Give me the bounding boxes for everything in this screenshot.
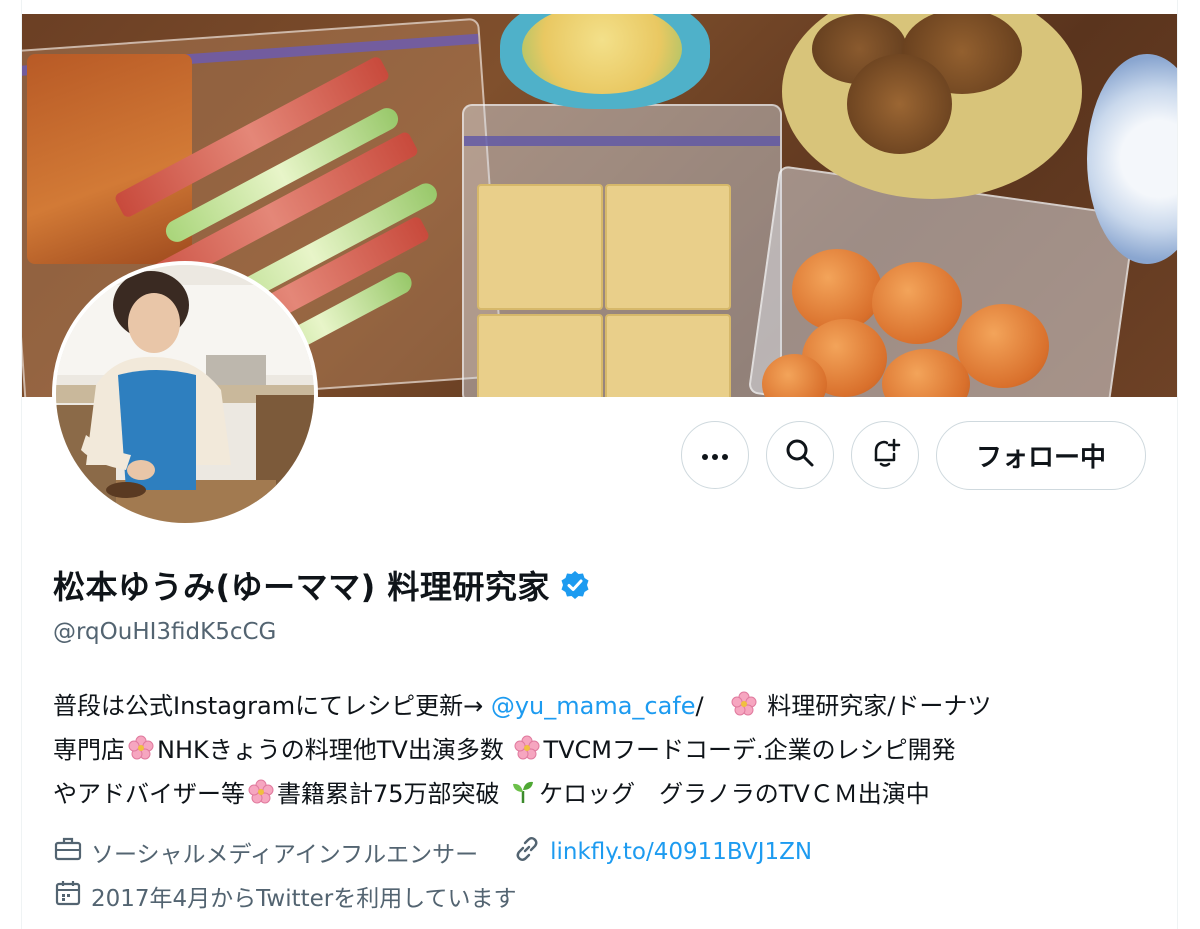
more-icon [701,446,729,465]
search-profile-button[interactable] [766,421,834,489]
cherry-blossom-icon [248,777,274,818]
cherry-blossom-icon [731,689,757,730]
bio-line-1: 普段は公式Instagramにてレシピ更新→ @yu_mama_cafe/ 料理… [53,686,1143,730]
seedling-icon [510,777,536,818]
verified-badge-icon[interactable] [560,570,590,600]
briefcase-icon [53,834,91,870]
calendar-icon [53,878,91,914]
profile-handle: @rqOuHI3fidK5cCG [53,619,277,645]
bio-line-3: やアドバイザー等 書籍累計75万部突破 ケロッグ グラノラのTVＣＭ出演中 [53,774,1143,818]
join-date: 2017年4月からTwitterを利用しています [91,886,517,912]
profile-meta-row-2: 2017年4月からTwitterを利用しています [53,878,517,914]
previous-header-strip [0,0,1200,14]
link-icon [512,834,550,870]
notification-bell-icon [868,436,902,474]
profile-category: ソーシャルメディアインフルエンサー [91,842,479,868]
more-options-button[interactable] [681,421,749,489]
display-name: 松本ゆうみ(ゆーママ) 料理研究家 [53,568,550,606]
profile-website-link[interactable]: linkfly.to/40911BVJ1ZN [550,839,812,865]
profile-bio: 普段は公式Instagramにてレシピ更新→ @yu_mama_cafe/ 料理… [53,686,1143,818]
following-button[interactable]: フォロー中 [936,421,1146,490]
instagram-mention-link[interactable]: @yu_mama_cafe [491,692,696,720]
profile-avatar[interactable] [52,261,318,527]
bio-line-2: 専門店 NHKきょうの料理他TV出演多数 TVCMフードコーデ.企業のレシピ開発 [53,730,1143,774]
profile-meta-row-1: ソーシャルメディアインフルエンサー linkfly.to/40911BVJ1ZN [53,834,812,870]
profile-name-row: 松本ゆうみ(ゆーママ) 料理研究家 [53,562,590,608]
cherry-blossom-icon [128,733,154,774]
notification-button[interactable] [851,421,919,489]
cherry-blossom-icon [514,733,540,774]
search-icon [784,437,816,473]
column-border-right [1177,0,1178,929]
